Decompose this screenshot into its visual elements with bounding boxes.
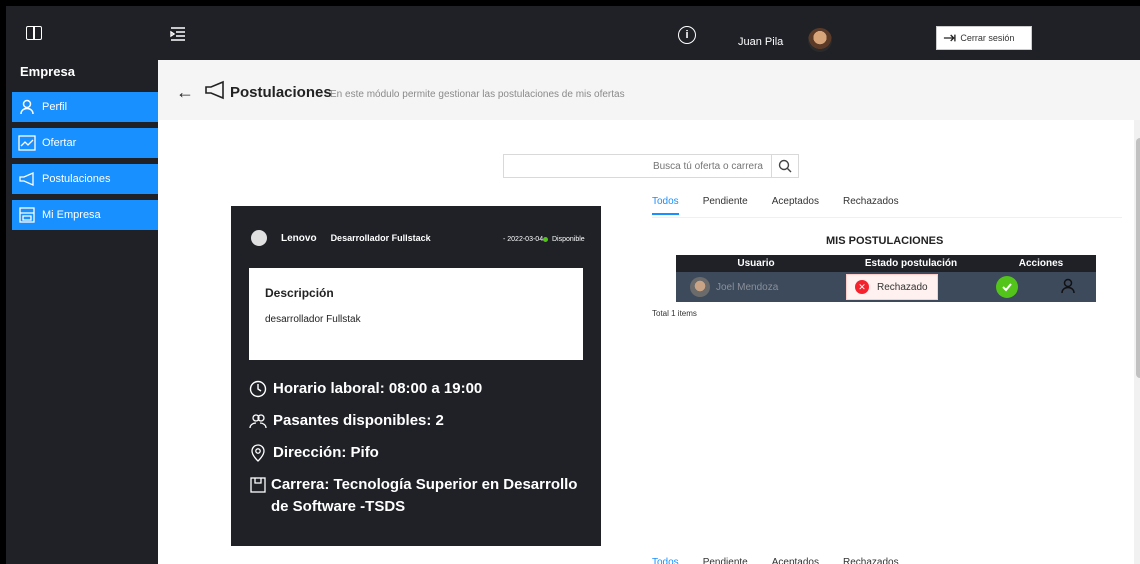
sidebar-company-label: Empresa bbox=[20, 64, 75, 79]
sidebar-item-label: Ofertar bbox=[42, 137, 77, 149]
column-header-estado: Estado postulación bbox=[864, 258, 958, 269]
tab-todos[interactable]: Todos bbox=[652, 557, 679, 564]
offer-interns-text: Pasantes disponibles: 2 bbox=[273, 412, 444, 429]
offer-schedule-text: Horario laboral: 08:00 a 19:00 bbox=[273, 380, 483, 397]
cell-actions bbox=[986, 272, 1096, 302]
description-box: Descripción desarrollador Fullstak bbox=[249, 268, 583, 360]
sidebar-item-label: Perfil bbox=[42, 101, 68, 113]
offer-interns: Pasantes disponibles: 2 bbox=[249, 410, 589, 437]
offer-career: Carrera: Tecnología Superior en Desarrol… bbox=[249, 474, 589, 518]
sidebar-item-mi-empresa[interactable]: Mi Empresa bbox=[12, 200, 158, 230]
logout-label: Cerrar sesión bbox=[960, 33, 1015, 43]
offer-card-header: Lenovo Desarrollador Fullstack bbox=[251, 230, 431, 246]
description-title: Descripción bbox=[265, 286, 334, 300]
tab-rechazados[interactable]: Rechazados bbox=[843, 557, 899, 564]
column-header-acciones: Acciones bbox=[1018, 258, 1064, 269]
logout-button[interactable]: ⇥ Cerrar sesión bbox=[936, 26, 1032, 50]
offer-address-text: Dirección: Pifo bbox=[273, 444, 379, 461]
offer-date: - 2022-03-04 bbox=[503, 236, 544, 243]
avatar bbox=[690, 277, 710, 297]
clock-icon bbox=[249, 378, 269, 405]
tab-divider bbox=[652, 217, 1122, 218]
offer-position: Desarrollador Fullstack bbox=[330, 233, 431, 243]
search-icon bbox=[778, 159, 792, 173]
sidebar-item-label: Mi Empresa bbox=[42, 209, 101, 221]
company-logo bbox=[251, 230, 267, 246]
offer-career-text: Carrera: Tecnología Superior en Desarrol… bbox=[271, 476, 578, 515]
save-icon bbox=[249, 474, 267, 501]
team-icon bbox=[249, 410, 269, 437]
user-name-cell: Joel Mendoza bbox=[716, 281, 779, 293]
table-total: Total 1 items bbox=[652, 309, 697, 318]
view-user-icon[interactable] bbox=[1060, 278, 1076, 297]
close-circle-icon: ✕ bbox=[855, 280, 869, 294]
back-arrow-icon[interactable]: ← bbox=[176, 82, 194, 103]
tab-aceptados[interactable]: Aceptados bbox=[772, 557, 819, 564]
shop-icon bbox=[18, 206, 36, 224]
search-box bbox=[503, 154, 799, 178]
accept-check-icon[interactable] bbox=[996, 276, 1018, 298]
tab-aceptados[interactable]: Aceptados bbox=[772, 196, 819, 215]
location-icon bbox=[249, 442, 269, 469]
offer-schedule: Horario laboral: 08:00 a 19:00 bbox=[249, 378, 589, 405]
topbar: i Juan Pila ⇥ Cerrar sesión bbox=[158, 6, 1140, 60]
book-icon[interactable] bbox=[26, 26, 42, 40]
megaphone-icon bbox=[18, 170, 36, 188]
scroll-thumb[interactable] bbox=[1136, 138, 1140, 378]
tab-todos[interactable]: Todos bbox=[652, 196, 679, 215]
sidebar-item-perfil[interactable]: Perfil bbox=[12, 92, 158, 122]
applications-title: MIS POSTULACIONES bbox=[826, 235, 944, 247]
status-tabs: Todos Pendiente Aceptados Rechazados bbox=[652, 196, 923, 215]
cell-user: Joel Mendoza bbox=[676, 272, 836, 302]
table-row: Joel Mendoza ✕ Rechazado bbox=[676, 272, 1096, 302]
scrollbar[interactable] bbox=[1134, 120, 1140, 564]
menu-fold-icon[interactable] bbox=[170, 26, 186, 42]
status-tabs-bottom: Todos Pendiente Aceptados Rechazados bbox=[652, 557, 923, 564]
offer-card[interactable]: Lenovo Desarrollador Fullstack - 2022-03… bbox=[231, 206, 601, 546]
sidebar: Empresa Perfil Ofertar Postulaciones Mi … bbox=[6, 6, 158, 564]
offer-status: Disponible bbox=[552, 236, 585, 243]
tab-pendiente[interactable]: Pendiente bbox=[703, 557, 748, 564]
info-icon[interactable]: i bbox=[678, 26, 696, 44]
cell-state: ✕ Rechazado bbox=[836, 272, 986, 302]
tab-rechazados[interactable]: Rechazados bbox=[843, 196, 899, 215]
search-button[interactable] bbox=[772, 155, 798, 177]
tab-pendiente[interactable]: Pendiente bbox=[703, 196, 748, 215]
status-badge: ✕ Rechazado bbox=[846, 274, 938, 300]
megaphone-icon bbox=[204, 80, 226, 100]
state-label: Rechazado bbox=[877, 281, 928, 293]
column-header-usuario: Usuario bbox=[737, 258, 775, 269]
avatar[interactable] bbox=[808, 28, 832, 52]
user-icon bbox=[18, 98, 36, 116]
description-text: desarrollador Fullstak bbox=[265, 314, 361, 325]
search-input[interactable] bbox=[504, 155, 772, 177]
applications-table: Usuario Estado postulación Acciones Joel… bbox=[676, 255, 1096, 302]
logout-icon: ⇥ bbox=[943, 30, 957, 47]
table-header: Usuario Estado postulación Acciones bbox=[676, 255, 1096, 272]
page-subtitle: En este módulo permite gestionar las pos… bbox=[330, 89, 625, 100]
status-dot-icon bbox=[543, 237, 548, 242]
page-header: ← Postulaciones En este módulo permite g… bbox=[158, 60, 1140, 120]
line-chart-icon bbox=[18, 134, 36, 152]
offer-address: Dirección: Pifo bbox=[249, 442, 589, 469]
status-badge: Disponible bbox=[543, 236, 585, 243]
offer-company: Lenovo bbox=[281, 232, 317, 244]
sidebar-item-ofertar[interactable]: Ofertar bbox=[12, 128, 158, 158]
app-window: Empresa Perfil Ofertar Postulaciones Mi … bbox=[0, 0, 1140, 564]
sidebar-item-postulaciones[interactable]: Postulaciones bbox=[12, 164, 158, 194]
user-name: Juan Pila bbox=[738, 36, 784, 48]
sidebar-item-label: Postulaciones bbox=[42, 173, 111, 185]
page-title: Postulaciones bbox=[230, 84, 332, 101]
